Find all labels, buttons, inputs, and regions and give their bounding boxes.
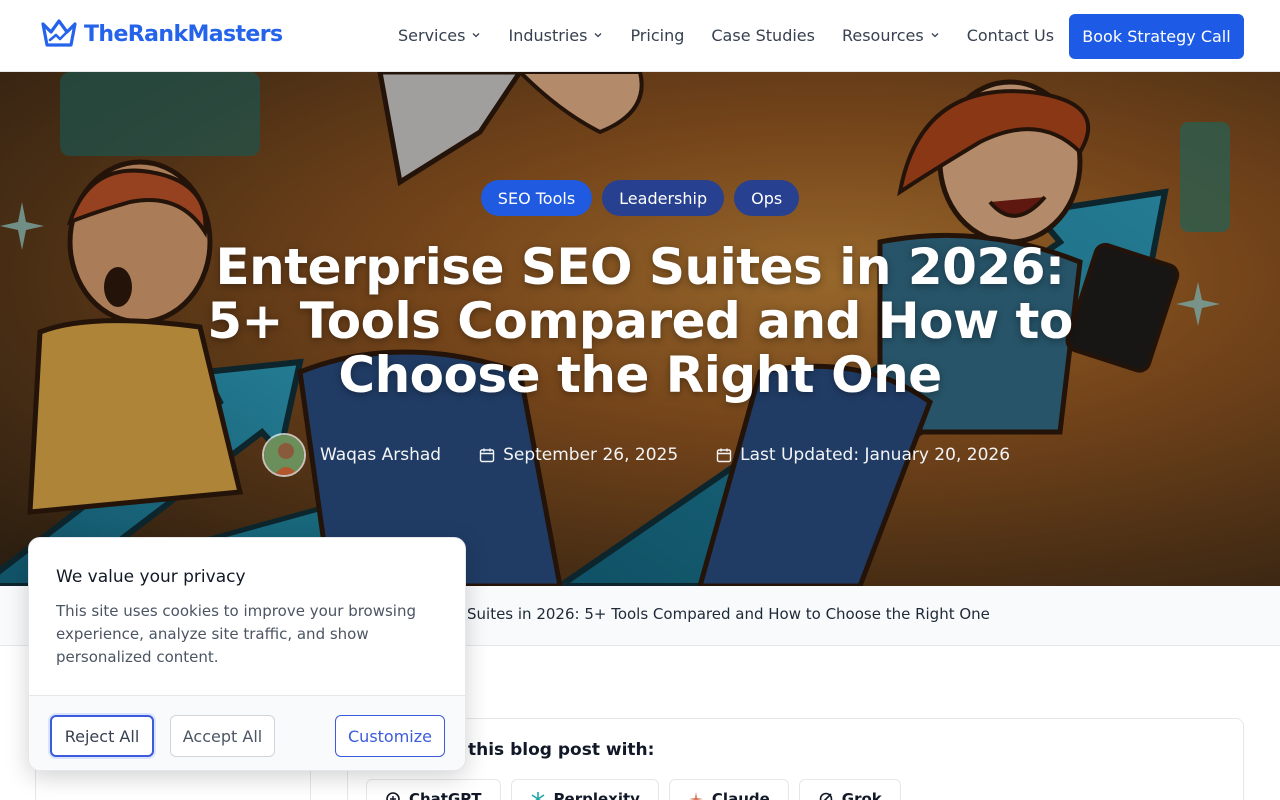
accept-all-button[interactable]: Accept All (170, 715, 275, 757)
calendar-icon (479, 448, 495, 463)
site-header: TheRankMasters Services Industries Prici… (0, 0, 1280, 72)
post-tags: SEO Tools Leadership Ops (0, 180, 1280, 216)
nav-resources[interactable]: Resources (842, 26, 940, 45)
nav-label: Services (398, 25, 466, 45)
nav-label: Case Studies (711, 25, 815, 45)
cookie-description: This site uses cookies to improve your b… (56, 602, 417, 666)
perplexity-button[interactable]: Perplexity (510, 779, 659, 800)
breadcrumb-current: Suites in 2026: 5+ Tools Compared and Ho… (467, 605, 990, 623)
chatgpt-icon (386, 792, 400, 800)
nav-label: Industries (508, 25, 588, 45)
tag-ops[interactable]: Ops (734, 180, 800, 216)
brand-logo[interactable]: TheRankMasters (40, 18, 283, 50)
author-name-item: Waqas Arshad (320, 445, 441, 465)
chevron-down-icon (594, 33, 602, 38)
calendar-icon (716, 448, 732, 463)
ai-tools-row: ChatGPT Perplexity Claude Grok (366, 779, 901, 800)
updated-date-item: Last Updated: January 20, 2026 (716, 445, 1010, 465)
claude-icon (688, 792, 703, 800)
nav-pricing[interactable]: Pricing (630, 26, 684, 45)
crown-logo-icon (41, 19, 77, 47)
ai-tool-label: Perplexity (553, 790, 640, 800)
grok-button[interactable]: Grok (798, 779, 901, 800)
ai-tool-label: Claude (711, 790, 770, 800)
customize-button[interactable]: Customize (335, 715, 445, 757)
claude-button[interactable]: Claude (668, 779, 789, 800)
nav-case-studies[interactable]: Case Studies (711, 26, 815, 45)
chatgpt-button[interactable]: ChatGPT (366, 779, 501, 800)
chevron-down-icon (473, 33, 480, 38)
ai-tool-label: Grok (841, 790, 882, 800)
summarize-title: this blog post with: (468, 740, 655, 760)
nav-industries[interactable]: Industries (508, 26, 603, 45)
tag-leadership[interactable]: Leadership (602, 180, 725, 216)
book-strategy-call-button[interactable]: Book Strategy Call (1069, 14, 1244, 59)
perplexity-icon (531, 792, 544, 800)
cookie-title: We value your privacy (56, 567, 246, 587)
cookie-actions: Reject All Accept All Customize (29, 695, 465, 770)
hero-banner: SEO Tools Leadership Ops Enterprise SEO … (0, 72, 1280, 586)
brand-name: TheRankMasters (84, 21, 283, 47)
ai-tool-label: ChatGPT (409, 790, 482, 800)
nav-label: Pricing (630, 25, 685, 45)
nav-services[interactable]: Services (398, 26, 481, 45)
cookie-consent-dialog: We value your privacy This site uses coo… (28, 537, 466, 771)
published-date: September 26, 2025 (503, 445, 679, 465)
tag-seo-tools[interactable]: SEO Tools (480, 180, 593, 216)
grok-icon (819, 792, 833, 800)
reject-all-button[interactable]: Reject All (50, 715, 154, 757)
nav-label: Resources (841, 25, 924, 45)
post-meta: Waqas Arshad September 26, 2025 Last Upd… (262, 432, 1010, 478)
published-date-item: September 26, 2025 (479, 445, 678, 465)
nav-contact-us[interactable]: Contact Us (967, 26, 1054, 45)
nav-label: Contact Us (966, 25, 1055, 45)
chevron-down-icon (931, 33, 939, 38)
author-avatar (262, 433, 306, 477)
main-nav: Services Industries Pricing Case Studies… (398, 24, 1081, 46)
updated-date: Last Updated: January 20, 2026 (740, 445, 1011, 465)
author-name[interactable]: Waqas Arshad (320, 445, 441, 465)
post-title: Enterprise SEO Suites in 2026: 5+ Tools … (207, 238, 1073, 404)
